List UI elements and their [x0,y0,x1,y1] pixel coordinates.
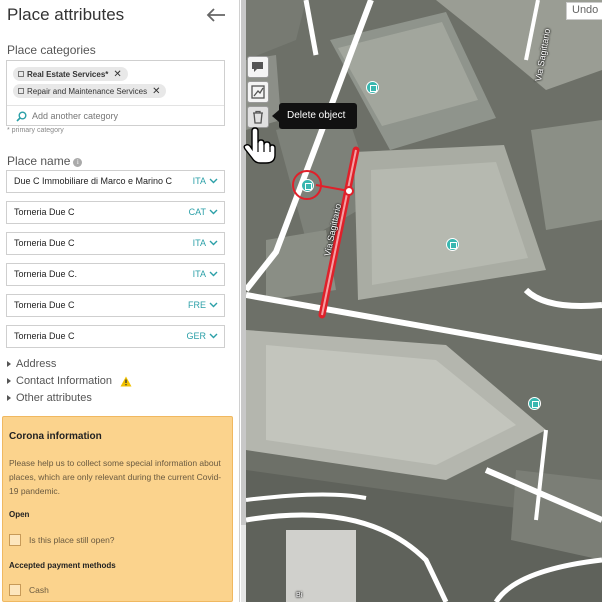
place-name-field[interactable]: Torneria Due C GER [6,325,225,348]
cash-label: Cash [29,585,49,595]
trash-icon [253,110,263,124]
language-select[interactable]: FRE [188,300,218,310]
expand-triangle-icon [7,378,11,384]
search-icon [16,111,27,122]
place-poi-icon[interactable] [366,81,379,94]
language-code: FRE [188,300,206,310]
category-chip-repair: Repair and Maintenance Services ✕ [13,84,167,98]
delete-object-tooltip: Delete object [272,103,357,129]
section-other-attributes[interactable]: Other attributes [7,392,92,404]
place-name-value: Torneria Due C [14,300,75,310]
place-name-field[interactable]: Torneria Due C FRE [6,294,225,317]
info-icon[interactable]: i [73,158,83,167]
place-attributes-panel: Place attributes Place categories Real E… [0,0,240,602]
still-open-label: Is this place still open? [29,535,115,545]
cash-checkbox-row[interactable]: Cash [9,584,49,596]
language-code: GER [186,331,206,341]
language-select[interactable]: GER [186,331,218,341]
open-label: Open [9,510,30,519]
language-select[interactable]: CAT [189,207,218,217]
section-label: Address [16,358,57,370]
place-name-value: Torneria Due C [14,238,75,248]
place-name-label: Place name i [7,154,83,168]
language-code: ITA [192,269,206,279]
aerial-imagery [246,0,602,602]
section-address[interactable]: Address [7,358,56,370]
place-name-value: Torneria Due C [14,207,75,217]
edit-geometry-tool-button[interactable] [247,81,269,103]
place-name-value: Torneria Due C [14,331,75,341]
edit-toolbar [246,56,270,128]
expand-triangle-icon [7,395,11,401]
chevron-down-icon [209,302,218,308]
panel-header: Place attributes [0,0,239,32]
corona-info-card: Corona information Please help us to col… [2,416,233,602]
section-label: Contact Information [16,375,112,387]
add-category-placeholder: Add another category [32,111,119,121]
place-name-field[interactable]: Due C Immobiliare di Marco e Marino C IT… [6,170,225,193]
map-view[interactable]: Via Sagittario Via Sagittario Bi Undo [246,0,602,602]
language-code: ITA [192,238,206,248]
cash-checkbox[interactable] [9,584,21,596]
language-select[interactable]: ITA [193,269,218,279]
undo-button[interactable]: Undo [566,2,602,20]
place-name-field[interactable]: Torneria Due C. ITA [6,263,225,286]
expand-triangle-icon [7,361,11,367]
place-name-value: Due C Immobiliare di Marco e Marino C [14,176,173,186]
chevron-down-icon [209,271,218,277]
corona-title: Corona information [9,431,102,442]
delete-tool-button[interactable] [247,106,269,128]
chevron-down-icon [209,209,218,215]
remove-category-icon[interactable]: ✕ [152,86,160,97]
map-footer-text: Bi [296,592,303,599]
chevron-down-icon [209,240,218,246]
comment-icon [252,62,263,72]
category-icon [18,71,24,77]
language-code: CAT [188,207,206,217]
section-contact-information[interactable]: Contact Information [7,375,132,387]
warning-icon [120,376,132,386]
place-name-field[interactable]: Torneria Due C CAT [6,201,225,224]
language-select[interactable]: ITA [193,176,218,186]
corona-description: Please help us to collect some special i… [9,458,222,496]
section-label: Other attributes [16,392,92,404]
categories-label: Place categories [7,43,96,57]
hand-pointer-cursor-icon [243,127,276,164]
primary-category-hint: * primary category [7,127,64,134]
shop-poi-icon[interactable] [528,397,541,410]
still-open-checkbox[interactable] [9,534,21,546]
place-name-label-text: Place name [7,154,71,168]
add-category-input[interactable]: Add another category [7,105,224,126]
selected-place-poi-icon[interactable] [301,179,314,192]
chevron-down-icon [209,178,218,184]
categories-box: Real Estate Services* ✕ Repair and Maint… [6,60,225,126]
comment-tool-button[interactable] [247,56,269,78]
category-chip-real-estate: Real Estate Services* ✕ [13,67,128,81]
category-icon [18,88,24,94]
place-name-value: Torneria Due C. [14,269,78,279]
edit-geometry-icon [251,85,265,99]
language-code: ITA [192,176,206,186]
remove-category-icon[interactable]: ✕ [113,69,121,80]
language-select[interactable]: ITA [193,238,218,248]
chevron-down-icon [209,333,218,339]
place-name-field[interactable]: Torneria Due C ITA [6,232,225,255]
category-chip-label: Real Estate Services* [27,69,109,79]
place-poi-icon[interactable] [446,238,459,251]
back-arrow-icon[interactable] [205,5,227,25]
still-open-checkbox-row[interactable]: Is this place still open? [9,534,115,546]
payment-methods-label: Accepted payment methods [9,561,116,570]
category-chip-label: Repair and Maintenance Services [27,86,148,96]
panel-title: Place attributes [7,5,125,24]
